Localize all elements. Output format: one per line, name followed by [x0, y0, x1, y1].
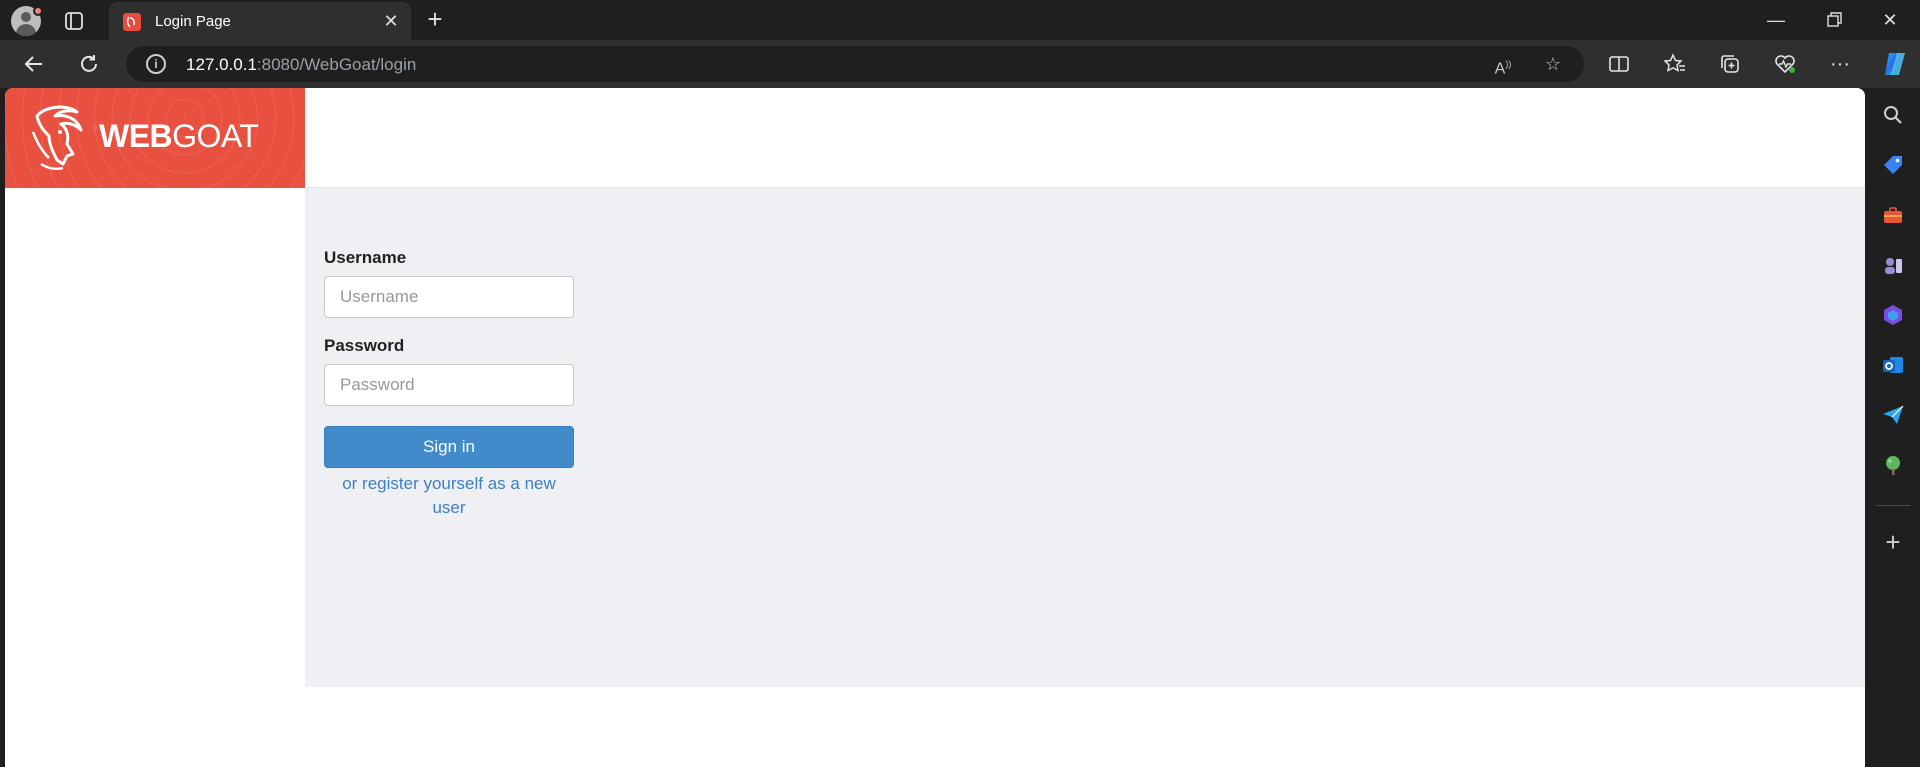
- site-info-icon[interactable]: i: [146, 54, 166, 74]
- add-icon[interactable]: +: [1881, 529, 1905, 555]
- logo-wordmark: WEBGOAT: [99, 118, 259, 155]
- collections-icon[interactable]: [1718, 52, 1742, 76]
- sidebar-divider: [1875, 505, 1910, 506]
- back-icon[interactable]: [22, 52, 46, 76]
- login-form: Username Password Sign in or register yo…: [324, 248, 574, 520]
- split-screen-icon[interactable]: [1607, 52, 1631, 76]
- search-icon[interactable]: [1881, 103, 1905, 127]
- tab-actions-icon[interactable]: [62, 9, 86, 33]
- tools-icon[interactable]: [1881, 203, 1905, 227]
- webgoat-logo[interactable]: WEBGOAT: [5, 88, 305, 188]
- sign-in-button[interactable]: Sign in: [324, 426, 574, 468]
- page-viewport: WEBGOAT Username Password Sign in or reg…: [5, 88, 1865, 767]
- send-icon[interactable]: [1881, 403, 1905, 427]
- browser-health-icon[interactable]: [1773, 52, 1797, 76]
- url-path: :8080/WebGoat/login: [256, 55, 417, 74]
- browser-tabbar: Login Page ✕ + — ✕: [0, 0, 1920, 40]
- copilot-icon[interactable]: [1880, 49, 1910, 79]
- shopping-tag-icon[interactable]: [1881, 153, 1905, 177]
- outlook-icon[interactable]: [1881, 353, 1905, 377]
- url-text[interactable]: 127.0.0.1:8080/WebGoat/login: [186, 55, 416, 75]
- address-bar[interactable]: i 127.0.0.1:8080/WebGoat/login A)) ☆: [126, 46, 1584, 82]
- close-icon[interactable]: ✕: [381, 11, 401, 31]
- password-label: Password: [324, 336, 405, 355]
- refresh-icon[interactable]: [77, 52, 101, 76]
- browser-sidebar: +: [1865, 88, 1920, 767]
- logo-text-bold: WEB: [99, 118, 173, 154]
- new-tab-icon[interactable]: +: [422, 6, 448, 33]
- microsoft-365-icon[interactable]: [1881, 303, 1905, 327]
- password-group: Password: [324, 336, 574, 406]
- favorites-icon[interactable]: [1663, 52, 1687, 76]
- games-icon[interactable]: [1881, 253, 1905, 277]
- more-icon[interactable]: ···: [1828, 52, 1852, 76]
- webgoat-favicon-icon: [123, 13, 141, 31]
- username-input[interactable]: [324, 276, 574, 318]
- main-content: Username Password Sign in or register yo…: [305, 188, 1865, 687]
- read-aloud-icon[interactable]: A)): [1492, 53, 1514, 77]
- register-link[interactable]: or register yourself as a new user: [324, 472, 574, 520]
- minimize-icon[interactable]: —: [1764, 8, 1788, 32]
- browser-toolbar: i 127.0.0.1:8080/WebGoat/login A)) ☆ ···: [0, 40, 1920, 88]
- restore-icon[interactable]: [1822, 8, 1846, 32]
- goat-logo-icon: [31, 105, 83, 171]
- logo-text-light: GOAT: [172, 118, 259, 154]
- tree-icon[interactable]: [1881, 453, 1905, 477]
- favorite-star-icon[interactable]: ☆: [1542, 53, 1564, 75]
- password-input[interactable]: [324, 364, 574, 406]
- profile-notification-dot: [33, 6, 43, 16]
- username-label: Username: [324, 248, 407, 267]
- window-close-icon[interactable]: ✕: [1878, 8, 1902, 32]
- tab-login-page[interactable]: Login Page ✕: [109, 2, 411, 40]
- username-group: Username: [324, 248, 574, 318]
- tab-title: Login Page: [155, 13, 231, 30]
- url-host: 127.0.0.1: [186, 55, 257, 74]
